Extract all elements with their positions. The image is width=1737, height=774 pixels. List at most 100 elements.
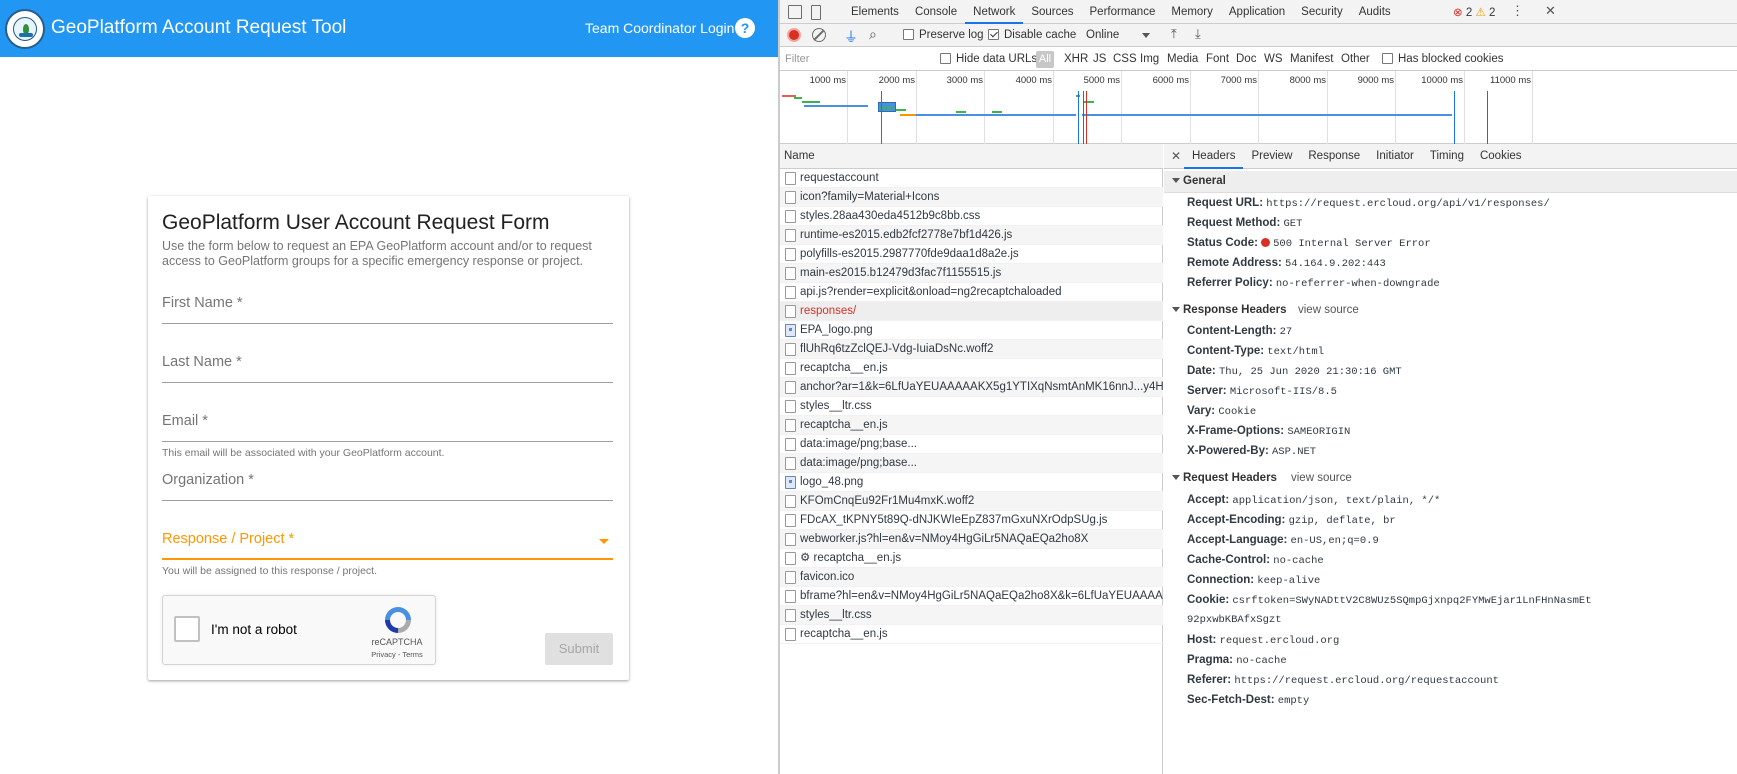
request-row[interactable]: bframe?hl=en&v=NMoy4HgGiLr5NAQaEQa2ho8X&… [780, 587, 1163, 606]
organization-field[interactable]: Organization * [162, 465, 613, 501]
tab-application[interactable]: Application [1221, 0, 1293, 24]
request-row[interactable]: logo_48.png [780, 473, 1163, 492]
submit-button[interactable]: Submit [545, 633, 613, 665]
request-row[interactable]: KFOmCnqEu92Fr1Mu4mxK.woff2 [780, 492, 1163, 511]
tab-sources[interactable]: Sources [1023, 0, 1081, 24]
has-blocked-cookies-checkbox[interactable] [1382, 53, 1393, 64]
tab-preview[interactable]: Preview [1243, 144, 1300, 169]
request-name: icon?family=Material+Icons [800, 191, 940, 203]
request-row[interactable]: recaptcha__en.js [780, 359, 1163, 378]
response-project-select[interactable]: Response / Project * [162, 524, 613, 560]
request-row[interactable]: polyfills-es2015.2987770fde9daa1d8a2e.js [780, 245, 1163, 264]
throttle-select[interactable]: Online [1086, 29, 1119, 41]
filter-all-button[interactable]: All [1036, 51, 1054, 68]
filter-img[interactable]: Img [1140, 53, 1159, 65]
header-key: Cookie: [1187, 594, 1230, 606]
close-icon[interactable]: ✕ [1545, 3, 1556, 19]
email-field[interactable]: Email * [162, 406, 613, 442]
more-options-icon[interactable]: ⋮ [1511, 3, 1524, 19]
tab-console[interactable]: Console [907, 0, 965, 24]
filter-js[interactable]: JS [1093, 53, 1106, 65]
request-row[interactable]: requestaccount [780, 169, 1163, 188]
filter-font[interactable]: Font [1206, 53, 1229, 65]
request-row[interactable]: recaptcha__en.js [780, 416, 1163, 435]
request-row[interactable]: styles.28aa430eda4512b9c8bb.css [780, 207, 1163, 226]
response-headers-section-header[interactable]: Response Headers [1172, 304, 1287, 316]
header-key: Date: [1187, 365, 1216, 377]
tab-audits[interactable]: Audits [1351, 0, 1399, 24]
filter-media[interactable]: Media [1167, 53, 1198, 65]
filter-manifest[interactable]: Manifest [1290, 53, 1333, 65]
tab-timing[interactable]: Timing [1422, 144, 1472, 169]
error-warning-counter[interactable]: ⊗ 2 ⚠ 2 [1453, 5, 1495, 19]
record-icon[interactable] [787, 28, 801, 42]
tab-initiator[interactable]: Initiator [1368, 144, 1422, 169]
chevron-down-icon[interactable] [1142, 33, 1150, 38]
request-row[interactable]: main-es2015.b12479d3fac7f1155515.js [780, 264, 1163, 283]
request-row[interactable]: runtime-es2015.edb2fcf2778e7bf1d426.js [780, 226, 1163, 245]
request-row[interactable]: EPA_logo.png [780, 321, 1163, 340]
request-row[interactable]: recaptcha__en.js [780, 625, 1163, 644]
request-row[interactable]: FDcAX_tKPNY5t89Q-dNJKWIeEpZ837mGxuNXrOdp… [780, 511, 1163, 530]
request-row[interactable]: favicon.ico [780, 568, 1163, 587]
request-method-key: Request Method: [1187, 217, 1281, 229]
search-icon[interactable]: ⌕ [869, 26, 877, 43]
tab-memory[interactable]: Memory [1163, 0, 1221, 24]
hide-data-urls-label: Hide data URLs [956, 53, 1038, 65]
header-key: Accept-Encoding: [1187, 514, 1286, 526]
header-key: Pragma: [1187, 654, 1234, 666]
request-row[interactable]: responses/ [780, 302, 1163, 321]
team-coordinator-login-link[interactable]: Team Coordinator Login [585, 20, 734, 36]
chevron-down-icon[interactable] [599, 539, 609, 544]
request-row[interactable]: flUhRq6tzZclQEJ-Vdg-IuiaDsNc.woff2 [780, 340, 1163, 359]
disable-cache-checkbox[interactable] [988, 29, 999, 40]
tab-cookies[interactable]: Cookies [1472, 144, 1530, 169]
filter-xhr[interactable]: XHR [1064, 53, 1088, 65]
tab-performance[interactable]: Performance [1082, 0, 1164, 24]
request-row[interactable]: data:image/png;base... [780, 454, 1163, 473]
tab-response[interactable]: Response [1300, 144, 1368, 169]
request-row[interactable]: styles__ltr.css [780, 397, 1163, 416]
tab-security[interactable]: Security [1293, 0, 1351, 24]
filter-css[interactable]: CSS [1113, 53, 1137, 65]
filter-icon[interactable]: ⏚ [844, 27, 858, 47]
clear-icon[interactable] [812, 28, 826, 42]
request-row[interactable]: anchor?ar=1&k=6LfUaYEUAAAAAKX5g1YTIXqNsm… [780, 378, 1163, 397]
request-row[interactable]: ⚙ recaptcha__en.js [780, 549, 1163, 568]
tab-headers[interactable]: Headers [1184, 144, 1244, 169]
tab-network[interactable]: Network [965, 0, 1024, 24]
request-row[interactable]: icon?family=Material+Icons [780, 188, 1163, 207]
filter-ws[interactable]: WS [1264, 53, 1283, 65]
request-row[interactable]: data:image/png;base... [780, 435, 1163, 454]
filter-input[interactable]: Filter [785, 53, 809, 65]
first-name-field[interactable]: First Name * [162, 288, 613, 324]
device-toolbar-icon[interactable] [811, 5, 821, 20]
close-icon[interactable]: ✕ [1171, 149, 1181, 163]
filter-other[interactable]: Other [1341, 53, 1370, 65]
export-har-icon[interactable]: ⤓ [1195, 26, 1201, 42]
general-section-header[interactable]: General [1164, 171, 1737, 193]
request-headers-section-header[interactable]: Request Headers [1172, 472, 1277, 484]
inspect-element-icon[interactable] [788, 5, 802, 19]
filter-doc[interactable]: Doc [1236, 53, 1256, 65]
tab-elements[interactable]: Elements [843, 0, 907, 24]
form-title: GeoPlatform User Account Request Form [162, 211, 550, 234]
hide-data-urls-checkbox[interactable] [940, 53, 951, 64]
request-view-source-link[interactable]: view source [1291, 472, 1352, 484]
preserve-log-checkbox[interactable] [903, 29, 914, 40]
help-icon[interactable]: ? [735, 18, 755, 38]
header-value: SAMEORIGIN [1287, 426, 1351, 438]
recaptcha-checkbox[interactable] [174, 616, 200, 642]
import-har-icon[interactable]: ⤒ [1171, 26, 1177, 42]
name-column-header[interactable]: Name [780, 144, 1163, 169]
header-row: Content-Length: 27 [1187, 325, 1292, 338]
request-row[interactable]: api.js?render=explicit&onload=ng2recaptc… [780, 283, 1163, 302]
request-row[interactable]: styles__ltr.css [780, 606, 1163, 625]
header-value: no-cache [1236, 655, 1287, 667]
recaptcha-privacy-terms[interactable]: Privacy - Terms [359, 650, 435, 659]
network-overview-timeline[interactable]: 1000 ms 2000 ms 3000 ms 4000 ms 5000 ms … [780, 71, 1737, 144]
request-row[interactable]: webworker.js?hl=en&v=NMoy4HgGiLr5NAQaEQa… [780, 530, 1163, 549]
response-view-source-link[interactable]: view source [1298, 304, 1359, 316]
image-icon [785, 476, 796, 489]
last-name-field[interactable]: Last Name * [162, 347, 613, 383]
